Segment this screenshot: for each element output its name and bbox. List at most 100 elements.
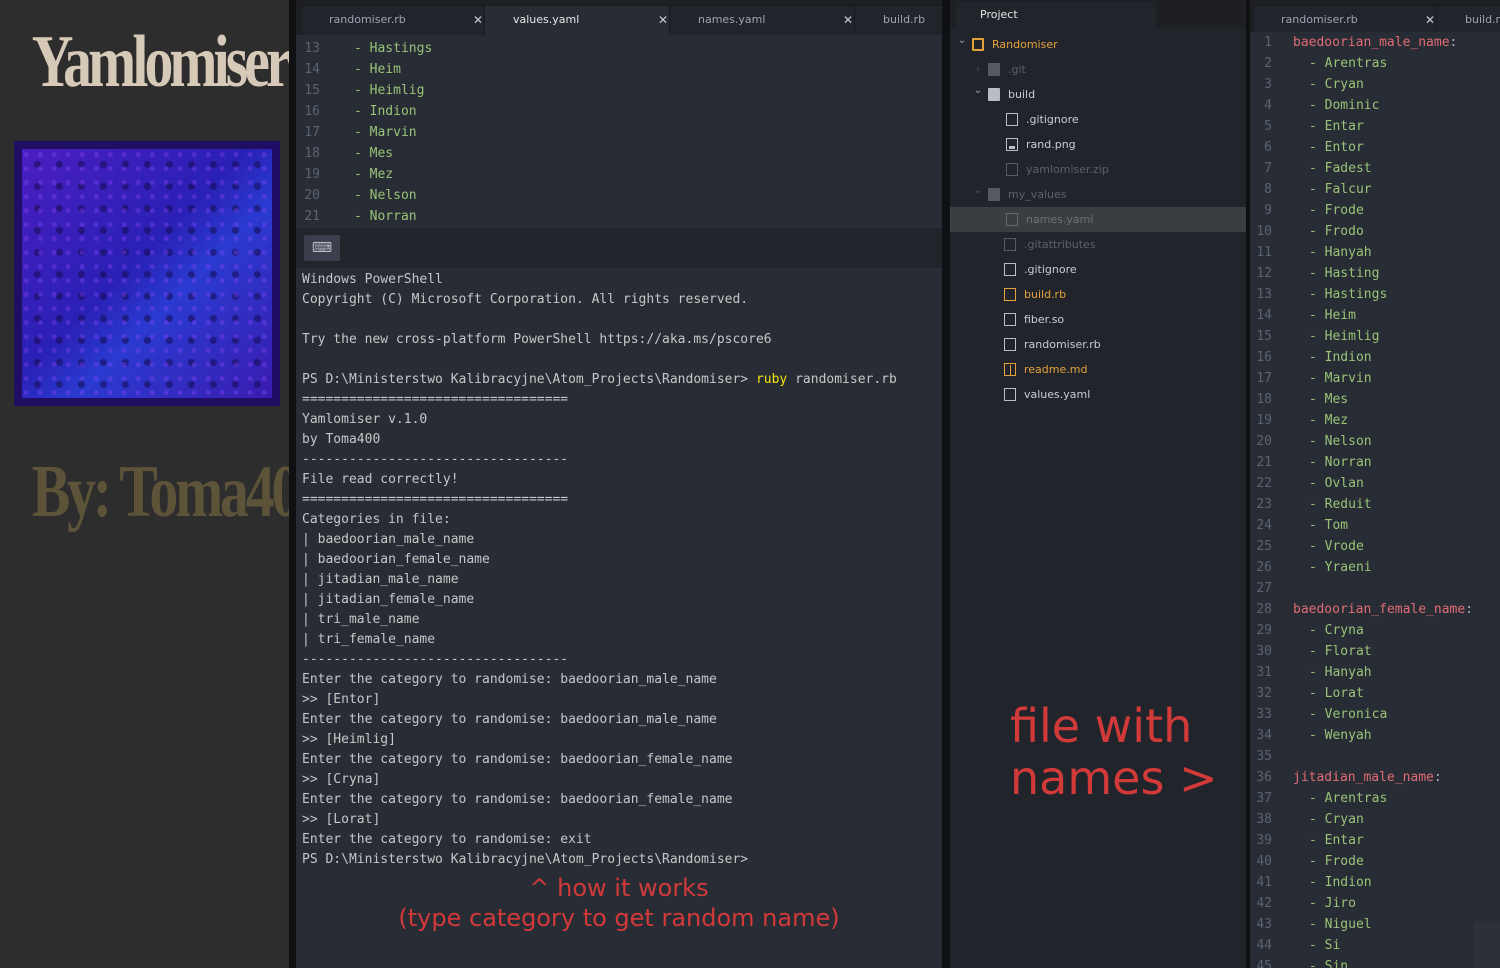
- folder-icon: [988, 88, 1000, 101]
- yaml-value: - Norran: [354, 206, 417, 227]
- line-number: 7: [1264, 161, 1272, 176]
- tree-item-build[interactable]: ⌄ build: [950, 82, 1246, 107]
- tree-item-label: .gitignore: [1024, 263, 1077, 276]
- yaml-value: - Cryan: [1309, 809, 1364, 830]
- tree-item-randomiser-rb[interactable]: randomiser.rb: [950, 332, 1246, 357]
- tab-build-rb[interactable]: build.rb: [854, 5, 942, 35]
- tree-item-gitignore[interactable]: .gitignore: [950, 257, 1246, 282]
- tree-item-readme-md[interactable]: readme.md: [950, 357, 1246, 382]
- tree-item-my_values[interactable]: ⌄ my_values: [950, 182, 1246, 207]
- terminal-line: by Toma400: [302, 432, 381, 447]
- left-code-view[interactable]: 13 - Hastings 14 - Heim 15 - Heimlig 16 - Indio…: [296, 38, 942, 228]
- file-icon: [1004, 338, 1016, 351]
- divider: [289, 0, 296, 968]
- right-code-view[interactable]: 1 baedoorian_male_name: 2 - Arentras 3 - Crya…: [1250, 32, 1500, 968]
- line-number: 32: [1256, 686, 1272, 701]
- line-number: 11: [1256, 245, 1272, 260]
- line-number: 33: [1256, 707, 1272, 722]
- line-number: 31: [1256, 665, 1272, 680]
- file-icon: [1004, 388, 1016, 401]
- code-line: 12 - Hasting: [1250, 263, 1500, 284]
- close-icon[interactable]: ✕: [658, 6, 668, 34]
- tree-item-label: Randomiser: [992, 38, 1058, 51]
- tree-item-label: readme.md: [1024, 363, 1088, 376]
- yaml-value: - Ovlan: [1309, 473, 1364, 494]
- code-line: 9 - Frode: [1250, 200, 1500, 221]
- line-number: 9: [1264, 203, 1272, 218]
- line-number: 16: [1256, 350, 1272, 365]
- tree-item-fiber-so[interactable]: fiber.so: [950, 307, 1246, 332]
- yaml-key: baedoorian_male_name:: [1293, 35, 1458, 50]
- line-number: 23: [1256, 497, 1272, 512]
- yaml-value-text: - Dominic: [1309, 98, 1380, 113]
- line-number: 36: [1256, 770, 1272, 785]
- tab-randomiser-rb[interactable]: randomiser.rb ✕: [1252, 5, 1444, 35]
- keyboard-icon[interactable]: ⌨: [304, 235, 340, 261]
- code-line: 27: [1250, 578, 1500, 599]
- line-number: 14: [1256, 308, 1272, 323]
- code-line: 26 - Yraeni: [1250, 557, 1500, 578]
- terminal[interactable]: ⌨ Windows PowerShell Copyright (C) Micros…: [296, 228, 942, 968]
- scrollbar[interactable]: [1474, 922, 1500, 968]
- yaml-value-text: - Heimlig: [354, 83, 425, 98]
- code-line: 28 baedoorian_female_name:: [1250, 599, 1500, 620]
- project-tab[interactable]: Project: [956, 2, 1156, 28]
- yaml-value-text: - Sin: [1309, 959, 1349, 968]
- tab-label: values.yaml: [513, 13, 580, 26]
- tree-item-Randomiser[interactable]: ⌄ Randomiser: [950, 32, 1246, 57]
- tree-item-gitignore[interactable]: .gitignore: [950, 107, 1246, 132]
- yaml-value: - Heim: [354, 59, 401, 80]
- yaml-value-text: - Entor: [1309, 140, 1364, 155]
- code-line: 22 - Ovlan: [1250, 473, 1500, 494]
- terminal-line: | tri_female_name: [302, 632, 436, 647]
- code-line: 25 - Vrode: [1250, 536, 1500, 557]
- line-number: 21: [1256, 455, 1272, 470]
- left-tab-bar: randomiser.rb ✕ values.yaml ✕ names.yaml ✕ bui…: [296, 0, 942, 36]
- tab-randomiser-rb[interactable]: randomiser.rb ✕: [300, 5, 492, 35]
- yaml-value-text: - Cryna: [1309, 623, 1364, 638]
- terminal-line: | jitadian_male_name: [302, 572, 459, 587]
- yaml-value-text: - Indion: [1309, 350, 1372, 365]
- tree-item-values-yaml[interactable]: values.yaml: [950, 382, 1246, 407]
- line-number: 44: [1256, 938, 1272, 953]
- terminal-line: Enter the category to randomise: exit: [302, 832, 592, 847]
- tree-item-rand-png[interactable]: rand.png: [950, 132, 1246, 157]
- yaml-value: - Frodo: [1309, 221, 1364, 242]
- tree-item-git[interactable]: › .git: [950, 57, 1246, 82]
- code-line: 42 - Jiro: [1250, 893, 1500, 914]
- book-icon: [1004, 363, 1016, 376]
- tree-item-gitattributes[interactable]: .gitattributes: [950, 232, 1246, 257]
- terminal-line: ==================================: [302, 492, 569, 507]
- tree-item-yamlomiser-zip[interactable]: yamlomiser.zip: [950, 157, 1246, 182]
- terminal-line: File read correctly!: [302, 472, 459, 487]
- yaml-value-text: - Ovlan: [1309, 476, 1364, 491]
- right-tab-bar: randomiser.rb ✕ build.rb: [1250, 0, 1500, 35]
- line-number: 43: [1256, 917, 1272, 932]
- close-icon[interactable]: ✕: [1425, 6, 1435, 34]
- close-icon[interactable]: ✕: [843, 6, 853, 34]
- yaml-value: - Entor: [1309, 137, 1364, 158]
- chevron-down-icon[interactable]: ⌄: [972, 178, 984, 203]
- chevron-down-icon[interactable]: ⌄: [972, 78, 984, 103]
- tab-values-yaml[interactable]: values.yaml ✕: [484, 5, 677, 36]
- project-tree-panel: Project ⌄ Randomiser › .git ⌄ build .gitignore…: [950, 0, 1246, 968]
- code-line: 5 - Entar: [1250, 116, 1500, 137]
- tree-item-names-yaml[interactable]: names.yaml: [950, 207, 1246, 232]
- code-line: 30 - Florat: [1250, 641, 1500, 662]
- yaml-value-text: - Fadest: [1309, 161, 1372, 176]
- tree-item-build-rb[interactable]: build.rb: [950, 282, 1246, 307]
- yaml-value: - Dominic: [1309, 95, 1379, 116]
- yaml-value: - Arentras: [1309, 53, 1387, 74]
- chevron-down-icon[interactable]: ⌄: [956, 28, 968, 53]
- tab-names-yaml[interactable]: names.yaml ✕: [669, 5, 862, 35]
- line-number: 42: [1256, 896, 1272, 911]
- terminal-line: >> [Heimlig]: [302, 732, 396, 747]
- terminal-line: | tri_male_name: [302, 612, 420, 627]
- code-line: 15 - Heimlig: [1250, 326, 1500, 347]
- line-number: 10: [1256, 224, 1272, 239]
- yaml-value-text: - Florat: [1309, 644, 1372, 659]
- line-number: 13: [1256, 287, 1272, 302]
- tab-build-rb[interactable]: build.rb: [1436, 5, 1500, 35]
- close-icon[interactable]: ✕: [473, 6, 483, 34]
